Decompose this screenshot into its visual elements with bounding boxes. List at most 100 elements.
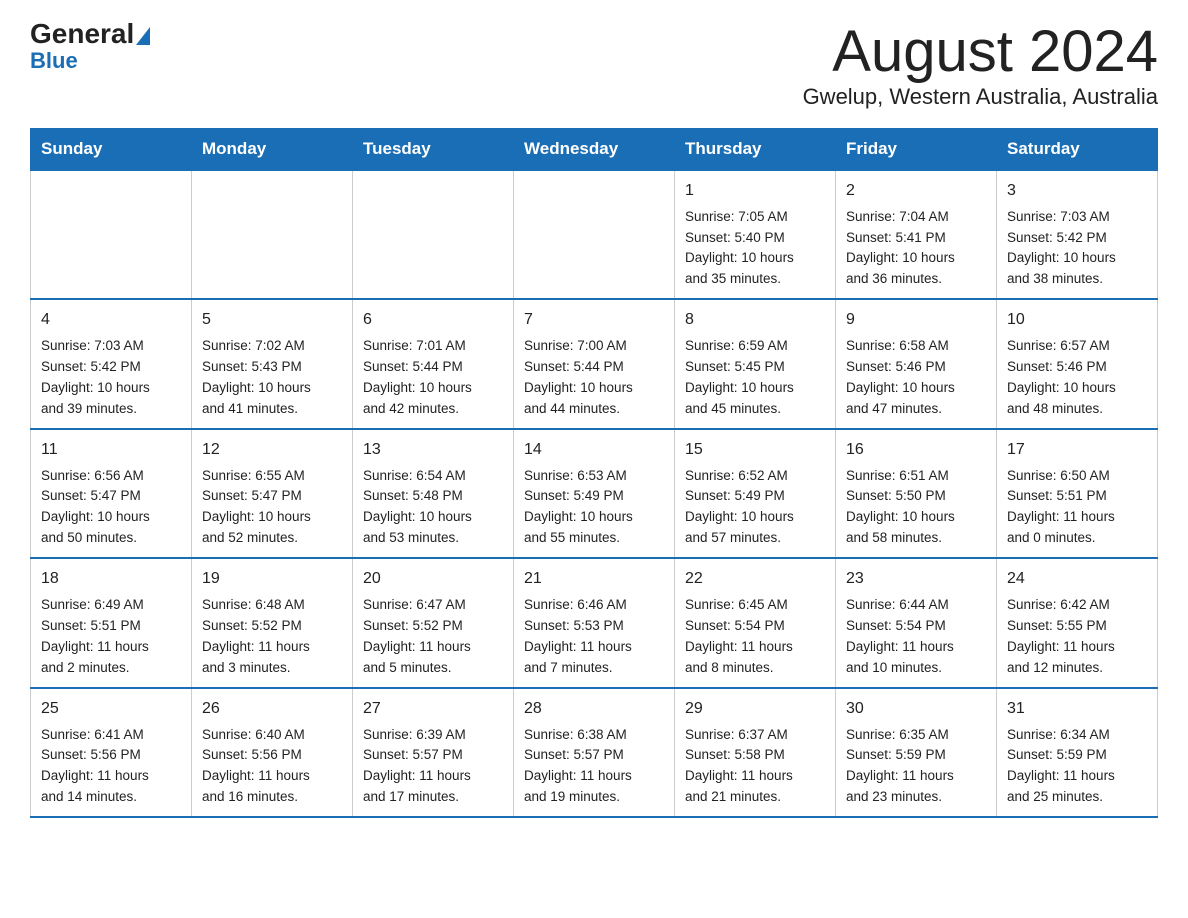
day-info: Sunrise: 6:38 AM: [524, 725, 664, 746]
day-info: Daylight: 10 hours: [524, 507, 664, 528]
day-info: and 2 minutes.: [41, 658, 181, 679]
day-info: Sunset: 5:51 PM: [41, 616, 181, 637]
day-info: Sunrise: 7:01 AM: [363, 336, 503, 357]
day-number: 4: [41, 308, 181, 333]
day-info: Daylight: 11 hours: [41, 766, 181, 787]
page-header: General Blue August 2024 Gwelup, Western…: [30, 20, 1158, 110]
logo-general: General: [30, 20, 134, 48]
day-number: 3: [1007, 179, 1147, 204]
calendar-cell: 28Sunrise: 6:38 AMSunset: 5:57 PMDayligh…: [514, 688, 675, 817]
day-info: Sunrise: 6:47 AM: [363, 595, 503, 616]
calendar-cell: 24Sunrise: 6:42 AMSunset: 5:55 PMDayligh…: [997, 558, 1158, 687]
day-number: 17: [1007, 438, 1147, 463]
day-info: and 21 minutes.: [685, 787, 825, 808]
day-info: Daylight: 10 hours: [363, 378, 503, 399]
day-info: Daylight: 11 hours: [524, 766, 664, 787]
day-info: Sunset: 5:40 PM: [685, 228, 825, 249]
calendar-cell: 19Sunrise: 6:48 AMSunset: 5:52 PMDayligh…: [192, 558, 353, 687]
day-info: Daylight: 10 hours: [41, 378, 181, 399]
day-info: Daylight: 11 hours: [685, 766, 825, 787]
day-info: Sunrise: 6:34 AM: [1007, 725, 1147, 746]
day-info: Sunset: 5:52 PM: [363, 616, 503, 637]
day-info: Sunrise: 6:39 AM: [363, 725, 503, 746]
day-info: and 14 minutes.: [41, 787, 181, 808]
day-number: 28: [524, 697, 664, 722]
day-info: Daylight: 11 hours: [846, 637, 986, 658]
day-info: Daylight: 10 hours: [1007, 248, 1147, 269]
day-info: Sunset: 5:48 PM: [363, 486, 503, 507]
day-info: Sunrise: 6:59 AM: [685, 336, 825, 357]
day-info: and 16 minutes.: [202, 787, 342, 808]
calendar-cell: 17Sunrise: 6:50 AMSunset: 5:51 PMDayligh…: [997, 429, 1158, 558]
day-number: 10: [1007, 308, 1147, 333]
day-info: Daylight: 10 hours: [685, 248, 825, 269]
day-info: Daylight: 10 hours: [685, 507, 825, 528]
day-number: 31: [1007, 697, 1147, 722]
day-info: and 44 minutes.: [524, 399, 664, 420]
day-info: and 35 minutes.: [685, 269, 825, 290]
day-info: Daylight: 11 hours: [202, 766, 342, 787]
day-info: and 25 minutes.: [1007, 787, 1147, 808]
day-info: Daylight: 10 hours: [524, 378, 664, 399]
day-info: Sunrise: 7:03 AM: [41, 336, 181, 357]
day-info: Daylight: 10 hours: [846, 507, 986, 528]
day-info: and 12 minutes.: [1007, 658, 1147, 679]
subtitle: Gwelup, Western Australia, Australia: [803, 84, 1158, 110]
day-info: Sunset: 5:56 PM: [202, 745, 342, 766]
day-header-tuesday: Tuesday: [353, 128, 514, 170]
calendar-cell: 26Sunrise: 6:40 AMSunset: 5:56 PMDayligh…: [192, 688, 353, 817]
calendar-cell: 18Sunrise: 6:49 AMSunset: 5:51 PMDayligh…: [31, 558, 192, 687]
day-info: Daylight: 11 hours: [1007, 507, 1147, 528]
day-number: 27: [363, 697, 503, 722]
day-info: Sunrise: 6:41 AM: [41, 725, 181, 746]
day-info: Sunrise: 7:00 AM: [524, 336, 664, 357]
day-info: and 10 minutes.: [846, 658, 986, 679]
day-info: and 7 minutes.: [524, 658, 664, 679]
day-header-thursday: Thursday: [675, 128, 836, 170]
day-info: Sunset: 5:43 PM: [202, 357, 342, 378]
calendar-cell: 10Sunrise: 6:57 AMSunset: 5:46 PMDayligh…: [997, 299, 1158, 428]
calendar-cell: 14Sunrise: 6:53 AMSunset: 5:49 PMDayligh…: [514, 429, 675, 558]
day-number: 7: [524, 308, 664, 333]
logo-triangle-icon: [136, 27, 150, 45]
day-number: 24: [1007, 567, 1147, 592]
day-number: 15: [685, 438, 825, 463]
day-info: and 42 minutes.: [363, 399, 503, 420]
logo-blue: Blue: [30, 48, 78, 74]
day-info: Daylight: 11 hours: [685, 637, 825, 658]
day-info: Sunset: 5:44 PM: [524, 357, 664, 378]
day-info: Sunset: 5:54 PM: [846, 616, 986, 637]
day-info: and 3 minutes.: [202, 658, 342, 679]
day-number: 2: [846, 179, 986, 204]
day-info: Sunset: 5:47 PM: [202, 486, 342, 507]
calendar-cell: 22Sunrise: 6:45 AMSunset: 5:54 PMDayligh…: [675, 558, 836, 687]
day-info: Daylight: 10 hours: [685, 378, 825, 399]
calendar-cell: [192, 170, 353, 299]
day-info: Sunset: 5:49 PM: [685, 486, 825, 507]
day-info: Sunrise: 6:35 AM: [846, 725, 986, 746]
day-info: Daylight: 11 hours: [524, 637, 664, 658]
calendar-table: SundayMondayTuesdayWednesdayThursdayFrid…: [30, 128, 1158, 818]
day-info: and 45 minutes.: [685, 399, 825, 420]
day-number: 22: [685, 567, 825, 592]
calendar-week-row: 18Sunrise: 6:49 AMSunset: 5:51 PMDayligh…: [31, 558, 1158, 687]
calendar-week-row: 1Sunrise: 7:05 AMSunset: 5:40 PMDaylight…: [31, 170, 1158, 299]
day-number: 9: [846, 308, 986, 333]
calendar-cell: 9Sunrise: 6:58 AMSunset: 5:46 PMDaylight…: [836, 299, 997, 428]
day-info: Sunset: 5:54 PM: [685, 616, 825, 637]
day-number: 21: [524, 567, 664, 592]
day-info: Sunset: 5:52 PM: [202, 616, 342, 637]
calendar-cell: 29Sunrise: 6:37 AMSunset: 5:58 PMDayligh…: [675, 688, 836, 817]
day-info: Sunrise: 7:03 AM: [1007, 207, 1147, 228]
day-number: 16: [846, 438, 986, 463]
day-info: and 52 minutes.: [202, 528, 342, 549]
day-info: and 36 minutes.: [846, 269, 986, 290]
day-info: Daylight: 10 hours: [846, 248, 986, 269]
day-info: Sunrise: 7:02 AM: [202, 336, 342, 357]
day-header-saturday: Saturday: [997, 128, 1158, 170]
day-header-friday: Friday: [836, 128, 997, 170]
day-number: 29: [685, 697, 825, 722]
day-number: 18: [41, 567, 181, 592]
calendar-cell: 12Sunrise: 6:55 AMSunset: 5:47 PMDayligh…: [192, 429, 353, 558]
day-info: Sunset: 5:59 PM: [1007, 745, 1147, 766]
